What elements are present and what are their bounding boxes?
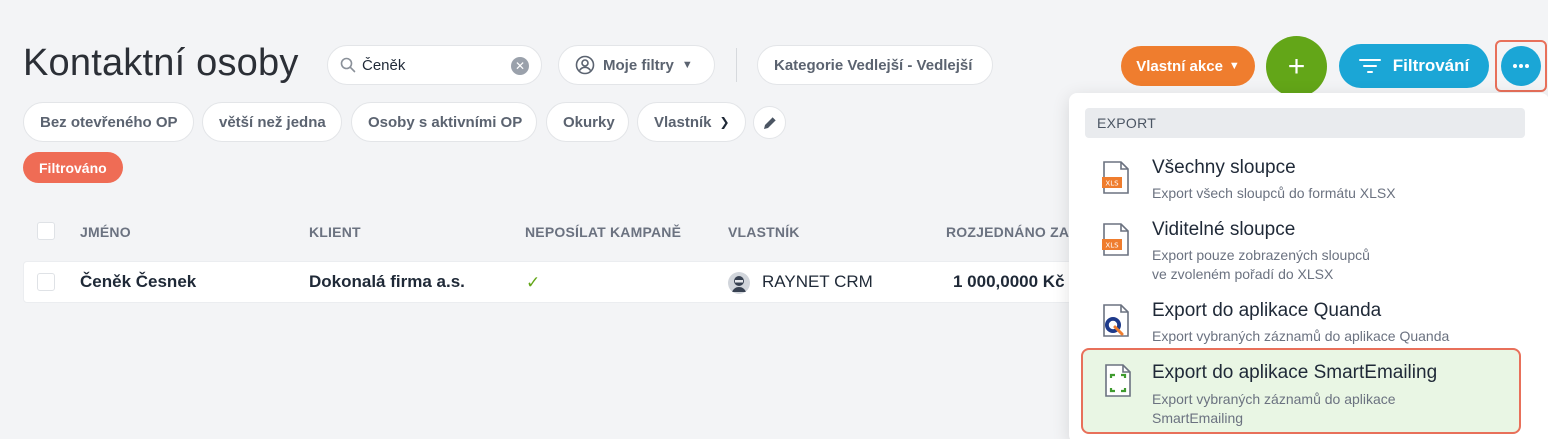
chip-osoby-s-aktivnimi-op[interactable]: Osoby s aktivními OP: [351, 102, 537, 142]
export-item-desc: Export pouze zobrazených sloupců ve zvol…: [1152, 246, 1492, 284]
chip-vetsi-nez-jedna[interactable]: větší než jedna: [202, 102, 342, 142]
add-button[interactable]: +: [1266, 36, 1327, 97]
chip-label: Osoby s aktivními OP: [368, 113, 523, 131]
more-actions-highlight: [1495, 40, 1547, 92]
export-smartemailing-item[interactable]: Export do aplikace SmartEmailing Export …: [1081, 348, 1521, 434]
xls-file-icon: XLS: [1102, 223, 1129, 256]
export-item-title: Export do aplikace SmartEmailing: [1152, 362, 1438, 383]
cell-owner[interactable]: RAYNET CRM: [762, 272, 873, 292]
xls-file-icon: XLS: [1102, 161, 1129, 194]
avatar: [728, 272, 750, 294]
search-box[interactable]: ✕: [327, 45, 542, 85]
chip-bez-otevreneho-op[interactable]: Bez otevřeného OP: [23, 102, 194, 142]
cell-name[interactable]: Čeněk Česnek: [80, 272, 196, 292]
search-input[interactable]: [362, 56, 502, 74]
export-all-columns-item[interactable]: XLS Všechny sloupce Export všech sloupců…: [1081, 157, 1521, 207]
chip-label: Vlastník: [654, 113, 712, 131]
chevron-down-icon: ▼: [681, 59, 693, 71]
chip-label: Okurky: [563, 113, 615, 131]
column-header-owner[interactable]: VLASTNÍK: [728, 224, 800, 240]
export-item-desc-line: SmartEmailing: [1152, 410, 1244, 426]
chip-label: větší než jedna: [219, 113, 326, 131]
svg-text:XLS: XLS: [1105, 180, 1119, 188]
category-filter-label: Kategorie Vedlejší - Vedlejší: [774, 56, 973, 74]
chevron-down-icon: ▼: [1228, 60, 1240, 72]
more-dots-icon: [1513, 64, 1529, 68]
filter-button[interactable]: Filtrování: [1339, 44, 1489, 88]
my-filters-button[interactable]: Moje filtry ▼: [558, 45, 715, 85]
cell-client[interactable]: Dokonalá firma a.s.: [309, 272, 465, 292]
my-filters-label: Moje filtry: [603, 56, 674, 74]
user-circle-icon: [575, 55, 595, 75]
export-item-title: Všechny sloupce: [1152, 157, 1296, 178]
edit-chips-button[interactable]: [753, 106, 786, 139]
export-visible-columns-item[interactable]: XLS Viditelné sloupce Export pouze zobra…: [1081, 219, 1521, 283]
category-filter-button[interactable]: Kategorie Vedlejší - Vedlejší: [757, 45, 993, 85]
column-header-no-campaigns[interactable]: NEPOSÍLAT KAMPANĚ: [525, 224, 681, 240]
export-item-desc-line: Export pouze zobrazených sloupců: [1152, 247, 1370, 263]
toolbar-divider: [736, 48, 737, 82]
filter-lines-icon: [1358, 58, 1381, 74]
cell-negotiated: 1 000,0000 Kč: [953, 272, 1065, 291]
svg-text:XLS: XLS: [1105, 242, 1119, 250]
filtered-badge: Filtrováno: [23, 152, 123, 183]
smartemailing-file-icon: [1105, 364, 1131, 397]
chip-label: Bez otevřeného OP: [40, 113, 178, 131]
plus-icon: +: [1287, 49, 1306, 83]
export-item-desc: Export vybraných záznamů do aplikace Qua…: [1152, 328, 1450, 344]
column-header-name[interactable]: JMÉNO: [80, 224, 131, 240]
export-menu-header: EXPORT: [1085, 108, 1525, 138]
export-item-desc-line: Export vybraných záznamů do aplikace: [1152, 391, 1396, 407]
column-header-client[interactable]: KLIENT: [309, 224, 361, 240]
custom-action-label: Vlastní akce: [1136, 57, 1223, 75]
row-checkbox[interactable]: [37, 273, 55, 291]
chip-okurky[interactable]: Okurky: [546, 102, 629, 142]
clear-search-icon[interactable]: ✕: [511, 57, 529, 75]
export-item-desc: Export všech sloupců do formátu XLSX: [1152, 185, 1396, 201]
more-actions-button[interactable]: [1501, 46, 1541, 86]
chevron-down-icon: ❯: [719, 115, 730, 129]
custom-action-button[interactable]: Vlastní akce ▼: [1121, 46, 1255, 86]
select-all-checkbox[interactable]: [37, 222, 55, 240]
quanda-file-icon: [1103, 304, 1129, 337]
export-item-desc-line: ve zvoleném pořadí do XLSX: [1152, 266, 1334, 282]
cell-no-campaigns: ✓: [526, 273, 541, 292]
search-icon: [340, 57, 356, 73]
export-quanda-item[interactable]: Export do aplikace Quanda Export vybraný…: [1081, 300, 1521, 348]
page-title: Kontaktní osoby: [23, 42, 299, 84]
export-dropdown-menu: EXPORT XLS Všechny sloupce Export všech …: [1069, 93, 1548, 439]
export-item-title: Export do aplikace Quanda: [1152, 300, 1382, 321]
column-header-negotiated[interactable]: ROZJEDNÁNO ZA: [946, 224, 1069, 240]
export-item-title: Viditelné sloupce: [1152, 219, 1296, 240]
pencil-icon: [763, 116, 776, 129]
filter-label: Filtrování: [1392, 56, 1470, 75]
export-item-desc: Export vybraných záznamů do aplikace Sma…: [1152, 390, 1492, 428]
chip-vlastnik[interactable]: Vlastník ❯: [637, 102, 746, 142]
